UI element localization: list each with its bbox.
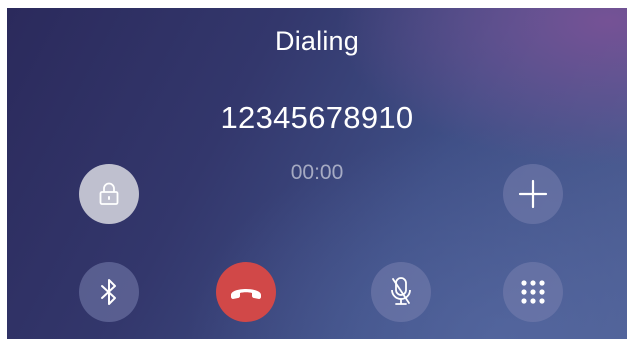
phone-hangup-icon [229,282,263,302]
lock-button[interactable] [79,164,139,224]
keypad-button[interactable] [503,262,563,322]
bluetooth-button[interactable] [79,262,139,322]
plus-icon [517,178,549,210]
bluetooth-icon [96,277,122,307]
lock-icon [94,179,124,209]
mute-button[interactable] [371,262,431,322]
phone-number: 12345678910 [220,100,414,135]
microphone-muted-icon [386,275,416,309]
call-status: Dialing [275,26,359,56]
end-call-button[interactable] [216,262,276,322]
call-screen: Dialing 12345678910 00:00 [7,8,627,339]
keypad-icon [520,279,546,305]
add-call-button[interactable] [503,164,563,224]
